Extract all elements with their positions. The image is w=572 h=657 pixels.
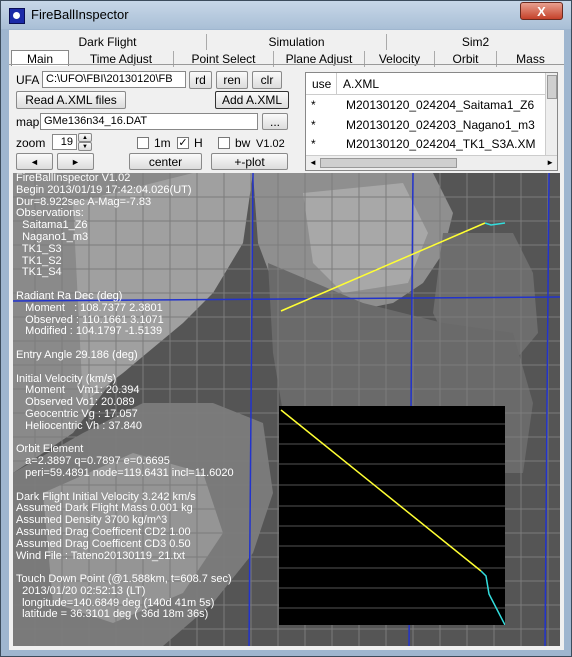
zoom-label: zoom (16, 136, 46, 150)
scroll-thumb[interactable] (547, 75, 557, 99)
map-label: map (16, 115, 40, 129)
scroll-thumb[interactable] (320, 158, 457, 168)
read-axml-button[interactable]: Read A.XML files (16, 91, 126, 109)
axml-filename: M20130120_024204_TK1_S3A.XM (346, 137, 536, 151)
clr-button[interactable]: clr (252, 71, 282, 89)
plot-toggle-button[interactable]: +-plot (211, 153, 288, 170)
map-canvas[interactable]: FireBallInspector V1.02 Begin 2013/01/19… (13, 173, 560, 646)
ufa-label: UFA (16, 73, 40, 87)
app-icon (9, 8, 25, 24)
axml-filename: M20130120_024203_Nagano1_m3 (346, 118, 535, 132)
rd-button[interactable]: rd (189, 71, 212, 89)
tab-divider (9, 64, 564, 65)
h-checkbox[interactable]: ✓ (177, 137, 189, 149)
map-file-field[interactable]: GMe136n34_16.DAT (40, 113, 258, 130)
center-button[interactable]: center (129, 153, 202, 170)
dark-flight-inset (279, 406, 505, 625)
inset-fireball-track (280, 409, 482, 572)
axml-file-list[interactable]: use A.XML * M20130120_024204_Saitama1_Z6… (305, 72, 558, 171)
zoom-up-icon[interactable]: ▲ (78, 133, 92, 142)
bw-label: bw (235, 136, 251, 150)
tab-simulation[interactable]: Simulation (207, 34, 387, 50)
bw-checkbox[interactable] (218, 137, 230, 149)
title-bar[interactable]: FireBallInspector X (1, 1, 571, 29)
result-summary-text: FireBallInspector V1.02 Begin 2013/01/19… (16, 173, 234, 621)
tab-sim2[interactable]: Sim2 (387, 34, 564, 50)
ufa-path-field[interactable]: C:\UFO\FBI\20130120\FB (42, 71, 186, 88)
axml-filename: M20130120_024204_Saitama1_Z6 (346, 98, 535, 112)
inset-dark-flight-track (480, 570, 505, 625)
use-flag: * (311, 118, 316, 132)
h-label: H (194, 136, 203, 150)
use-flag: * (311, 137, 316, 151)
column-use[interactable]: use (306, 73, 337, 95)
scroll-right-icon[interactable]: ► (546, 158, 554, 167)
list-item[interactable]: * M20130120_024203_Nagano1_m3 (306, 116, 546, 135)
1m-checkbox[interactable] (137, 137, 149, 149)
1m-label: 1m (154, 136, 171, 150)
version-label: V1.02 (256, 138, 285, 150)
add-axml-button[interactable]: Add A.XML (215, 91, 289, 109)
list-horizontal-scrollbar[interactable]: ◄ ► (306, 155, 557, 170)
use-flag: * (311, 98, 316, 112)
list-item[interactable]: * M20130120_024204_TK1_S3A.XM (306, 135, 546, 154)
client-area: Dark Flight Simulation Sim2 Main Time Ad… (9, 30, 564, 650)
list-item[interactable]: * M20130120_024204_Saitama1_Z6 (306, 96, 546, 115)
app-window: FireBallInspector X Dark Flight Simulati… (0, 0, 572, 657)
left-arrow-button[interactable]: ◄ (16, 153, 53, 170)
tab-dark-flight[interactable]: Dark Flight (9, 34, 207, 50)
right-arrow-button[interactable]: ► (57, 153, 94, 170)
window-title: FireBallInspector (31, 7, 129, 22)
ren-button[interactable]: ren (216, 71, 248, 89)
list-vertical-scrollbar[interactable] (545, 73, 557, 155)
zoom-down-icon[interactable]: ▼ (78, 142, 92, 151)
close-button[interactable]: X (520, 2, 563, 20)
zoom-input[interactable]: 19 (52, 134, 77, 150)
column-axml[interactable]: A.XML (337, 73, 546, 95)
browse-map-button[interactable]: ... (262, 113, 288, 130)
scroll-left-icon[interactable]: ◄ (309, 158, 317, 167)
